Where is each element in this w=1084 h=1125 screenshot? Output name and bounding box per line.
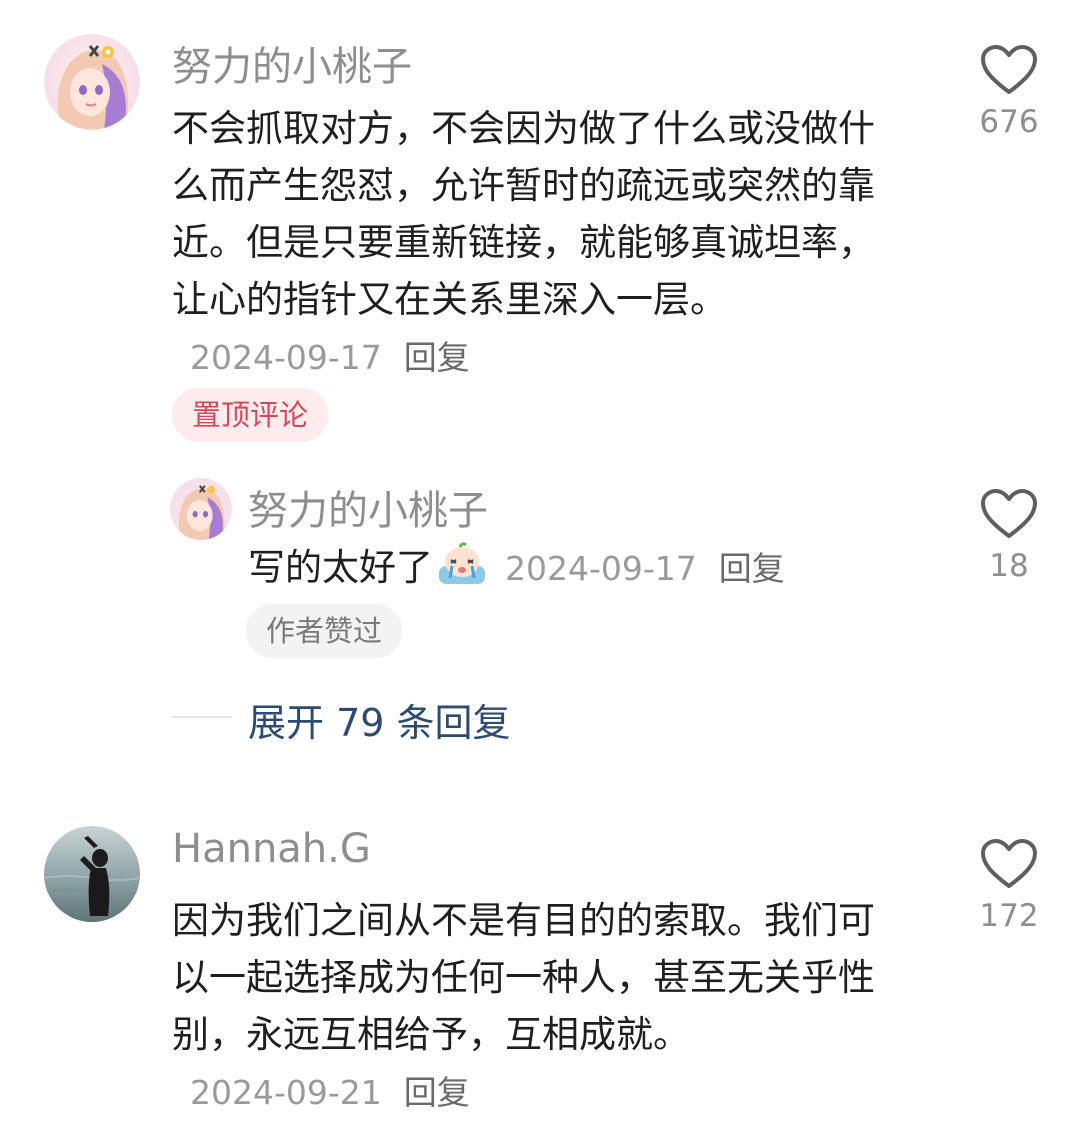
reply-username[interactable]: 努力的小桃子 [248,478,488,536]
comment-item: 努力的小桃子 不会抓取对方，不会因为做了什么或没做什么而产生怨怼，允许暂时的疏远… [0,0,1084,770]
anime-girl-avatar-icon[interactable] [44,34,140,130]
comment-text: 因为我们之间从不是有目的的索取。我们可以一起选择成为任何一种人，甚至无关乎性别，… [172,899,875,1056]
author-liked-badge: 作者赞过 [246,604,403,658]
anime-girl-avatar-icon[interactable] [170,478,232,540]
like-count: 18 [989,548,1029,584]
like-button[interactable]: 172 [974,838,1044,934]
comment-username[interactable]: Hannah.G [172,826,371,872]
reply-text: 写的太好了 [248,546,433,589]
silhouette-photo-avatar-icon[interactable] [44,826,140,922]
like-count: 172 [979,898,1039,934]
comment-content: 不会抓取对方，不会因为做了什么或没做什么而产生怨怼，允许暂时的疏远或突然的靠近。… [172,100,892,386]
comment-item: Hannah.G 因为我们之间从不是有目的的索取。我们可以一起选择成为任何一种人… [0,800,1084,1125]
expand-replies-divider [172,716,232,718]
heart-outline-icon [981,489,1037,538]
crying-emoji-icon [437,542,487,600]
reply-item: 努力的小桃子 写的太好了 2024-09-17 回复 作者赞过 18 [160,470,1084,670]
comment-content: 因为我们之间从不是有目的的索取。我们可以一起选择成为任何一种人，甚至无关乎性别，… [172,892,892,1121]
comment-text: 不会抓取对方，不会因为做了什么或没做什么而产生怨怼，允许暂时的疏远或突然的靠近。… [172,107,875,321]
reply-content: 写的太好了 2024-09-17 回复 [248,542,948,600]
like-button[interactable]: 18 [974,488,1044,584]
like-count: 676 [979,104,1039,140]
reply-button[interactable]: 回复 [404,1073,470,1112]
heart-outline-icon [981,839,1037,888]
pinned-comment-badge: 置顶评论 [172,388,329,442]
reply-button[interactable]: 回复 [404,338,470,377]
reply-date: 2024-09-17 [505,549,697,588]
like-button[interactable]: 676 [974,44,1044,140]
expand-replies-link[interactable]: 展开 79 条回复 [248,692,511,747]
comment-date: 2024-09-21 [190,1073,382,1112]
comment-username[interactable]: 努力的小桃子 [172,34,412,92]
comment-date: 2024-09-17 [190,338,382,377]
heart-outline-icon [981,45,1037,94]
reply-button[interactable]: 回复 [719,549,785,588]
